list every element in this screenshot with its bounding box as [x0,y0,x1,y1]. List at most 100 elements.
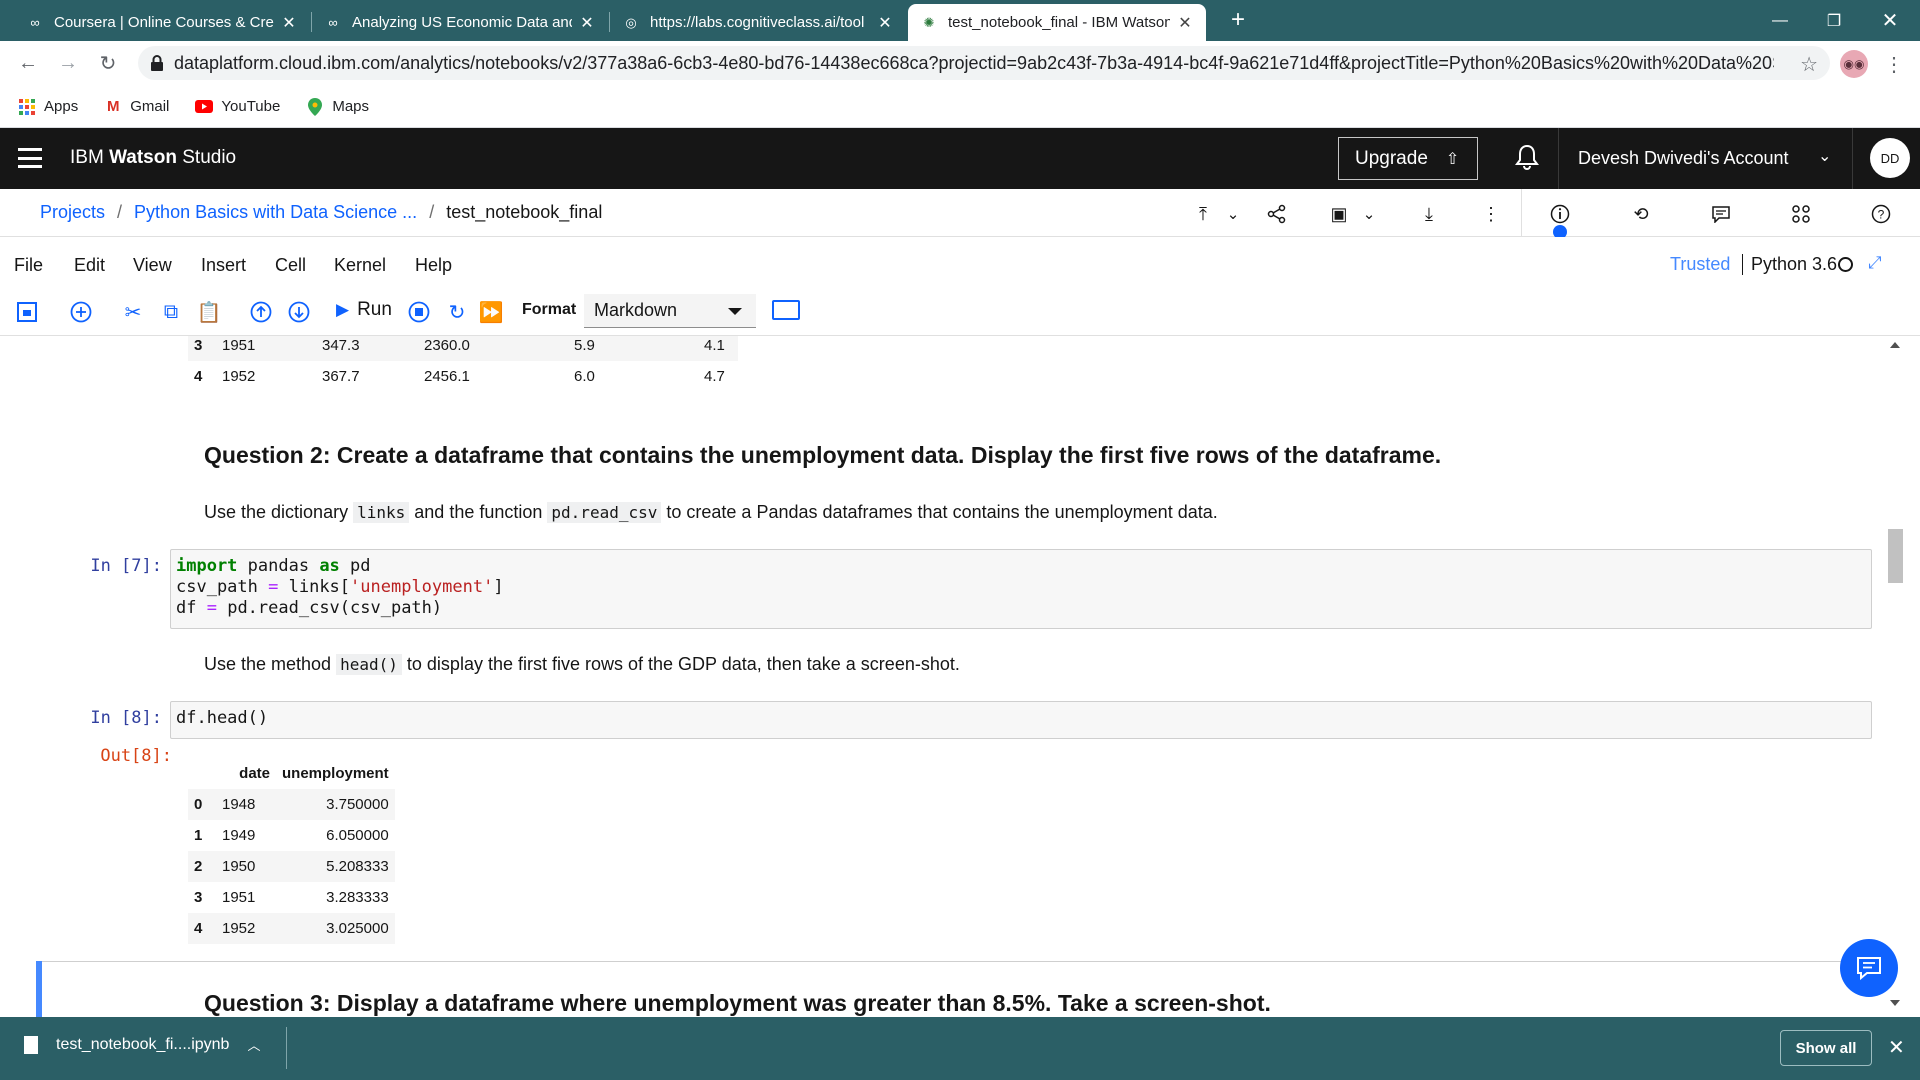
coursera-icon: ∞ [30,15,40,30]
close-shelf-icon[interactable]: ✕ [1888,1035,1905,1060]
version-history-icon[interactable]: ⟲ [1628,201,1654,227]
bookmark-apps[interactable]: Apps [18,98,78,116]
bookmark-star-icon[interactable]: ☆ [1800,52,1818,77]
paste-icon[interactable]: 📋 [194,297,224,327]
help-icon[interactable]: ? [1868,201,1894,227]
input-prompt: In [7]: [90,556,162,576]
app-brand[interactable]: IBM Watson Studio [70,147,236,169]
chat-icon [1857,957,1881,981]
header-divider [1558,128,1559,189]
minimize-window-button[interactable]: — [1750,0,1810,41]
browser-tab[interactable]: ∞ Analyzing US Economic Data and ✕ [312,4,608,41]
forward-button[interactable]: → [52,47,84,79]
schedule-job-icon[interactable]: ▣ [1326,201,1352,227]
trusted-indicator[interactable]: Trusted [1670,254,1730,275]
restart-kernel-icon[interactable]: ↻ [442,297,472,327]
kernel-name[interactable]: Python 3.6 [1742,254,1837,275]
copy-icon[interactable]: ⧉ [156,297,186,327]
bookmark-maps[interactable]: Maps [306,97,369,116]
back-button[interactable]: ← [12,47,44,79]
chevron-down-icon[interactable]: ⌄ [1356,201,1382,227]
code-cell-8[interactable]: df.head() [170,701,1872,739]
user-avatar[interactable]: DD [1870,138,1910,178]
keyboard-shortcuts-icon[interactable] [772,300,800,320]
menu-file[interactable]: File [14,255,43,276]
chevron-up-icon[interactable]: ︿ [247,1035,260,1054]
close-tab-icon[interactable]: ✕ [1176,13,1194,33]
download-item[interactable]: test_notebook_fi....ipynb ︿ [24,1035,260,1054]
code-operator: = [268,577,279,597]
browser-toolbar: ← → ↻ dataplatform.cloud.ibm.com/analyti… [0,41,1920,86]
menu-edit[interactable]: Edit [74,255,105,276]
chat-support-button[interactable] [1840,939,1898,997]
code-cell-7[interactable]: import pandas as pd csv_path = links['un… [170,549,1872,629]
bookmark-gmail[interactable]: M Gmail [104,98,169,116]
breadcrumb-projects[interactable]: Projects [40,202,105,223]
cut-icon[interactable]: ✂ [118,297,148,327]
close-tab-icon[interactable]: ✕ [280,13,298,33]
menu-kernel[interactable]: Kernel [334,255,386,276]
download-filename: test_notebook_fi....ipynb [56,1035,230,1053]
code-operator: = [206,598,217,618]
lock-icon [151,55,163,71]
text-fragment: Use the dictionary [204,502,349,522]
close-tab-icon[interactable]: ✕ [578,13,596,33]
address-bar[interactable]: dataplatform.cloud.ibm.com/analytics/not… [138,46,1830,80]
chevron-down-icon[interactable]: ⌄ [1220,201,1246,227]
code-keyword: import [176,556,238,576]
menu-insert[interactable]: Insert [201,255,246,276]
close-window-button[interactable]: ✕ [1860,0,1920,41]
table-row: 1 1949 6.050000 [188,820,395,851]
reload-button[interactable]: ↻ [92,47,124,79]
restore-window-button[interactable]: ❐ [1804,0,1864,41]
table-cell: 1951 [222,889,256,906]
publish-icon[interactable]: ⤒ [1190,201,1216,227]
overflow-menu-icon[interactable]: ⋮ [1478,201,1504,227]
browser-tab[interactable]: ◎ https://labs.cognitiveclass.ai/tool ✕ [610,4,906,41]
hamburger-menu-icon[interactable] [18,148,42,168]
browser-menu-icon[interactable]: ⋮ [1884,50,1904,78]
new-tab-button[interactable]: + [1222,4,1254,36]
code-token: pd.read_csv(csv_path) [216,598,443,618]
move-down-icon[interactable] [284,297,314,327]
menu-cell[interactable]: Cell [275,255,306,276]
comments-icon[interactable] [1708,201,1734,227]
expand-icon[interactable]: ⤢ [1868,253,1882,273]
tab-title: https://labs.cognitiveclass.ai/tool [650,14,865,31]
profile-avatar[interactable]: ◉◉ [1840,50,1868,78]
stop-icon[interactable] [404,297,434,327]
notebook-container[interactable]: 3 1951 347.3 2360.0 5.9 4.1 4 1952 367.7… [0,336,1886,1017]
notebook-scrollbar[interactable] [1886,336,1904,1017]
chevron-down-icon[interactable]: ⌄ [1818,146,1831,166]
bookmark-youtube[interactable]: YouTube [195,98,280,116]
breadcrumb-project[interactable]: Python Basics with Data Science ... [134,202,417,223]
breadcrumb-bar: Projects / Python Basics with Data Scien… [0,189,1920,237]
show-all-downloads-button[interactable]: Show all [1780,1030,1872,1066]
browser-tab[interactable]: ∞ Coursera | Online Courses & Cre ✕ [14,4,310,41]
table-row: 2 1950 5.208333 [188,851,395,882]
close-tab-icon[interactable]: ✕ [876,13,894,33]
save-icon[interactable] [12,297,42,327]
scrollbar-thumb[interactable] [1888,529,1903,583]
code-snippets-icon[interactable] [1788,201,1814,227]
add-cell-icon[interactable] [66,297,96,327]
share-icon[interactable] [1264,201,1290,227]
table-cell: 4.1 [704,337,725,354]
upgrade-button[interactable]: Upgrade ⇧ [1338,137,1478,180]
information-icon[interactable] [1547,201,1573,227]
table-cell: 4.7 [704,368,725,385]
restart-run-all-icon[interactable]: ⏩ [476,297,506,327]
cell-format-select[interactable]: Markdown [584,294,756,328]
menu-help[interactable]: Help [415,255,452,276]
browser-tab-active[interactable]: ✺ test_notebook_final - IBM Watson ✕ [908,4,1206,41]
menu-view[interactable]: View [133,255,172,276]
download-icon[interactable]: ⤓ [1416,201,1442,227]
scroll-up-arrow-icon[interactable] [1890,342,1900,348]
notifications-bell-icon[interactable] [1512,142,1542,172]
table-index: 4 [194,368,203,385]
scroll-down-arrow-icon[interactable] [1890,1000,1900,1006]
account-switcher[interactable]: Devesh Dwivedi's Account [1578,148,1789,169]
move-up-icon[interactable] [246,297,276,327]
svg-text:?: ? [1878,208,1885,222]
run-button[interactable]: ▶ Run [336,299,392,321]
